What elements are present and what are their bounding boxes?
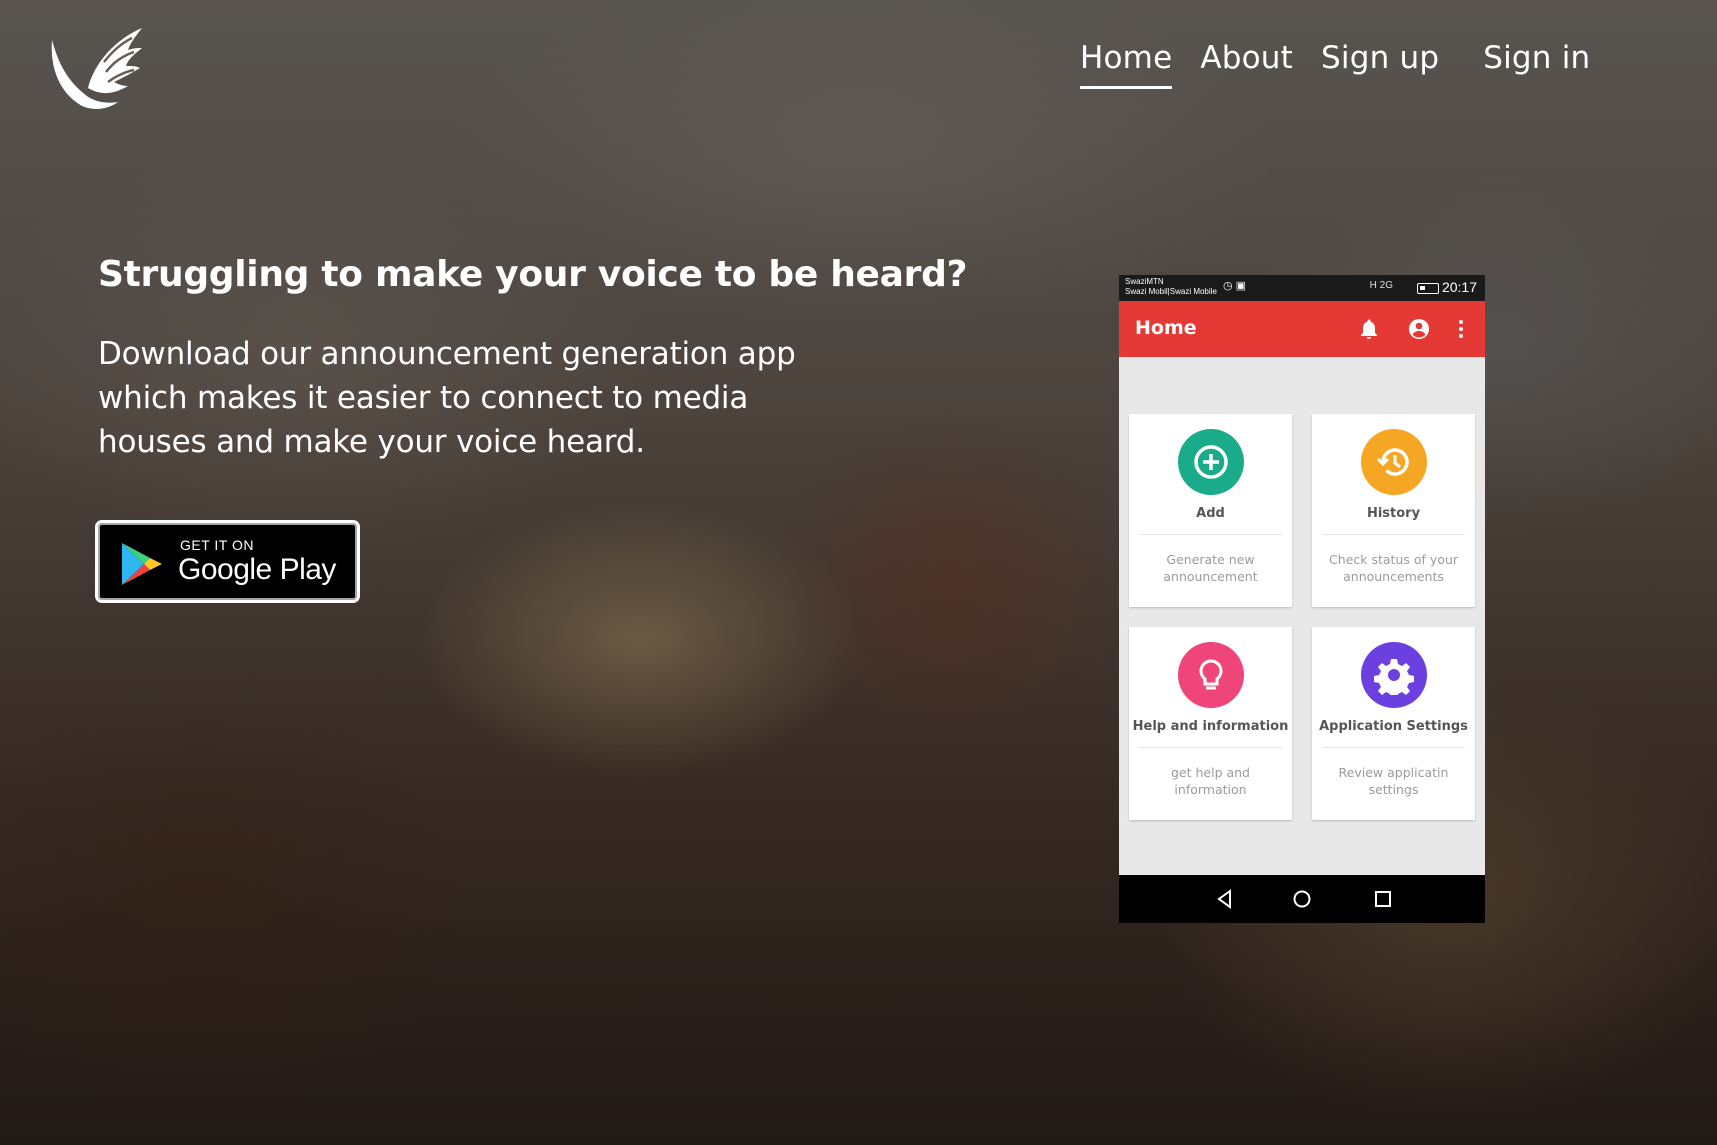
history-icon xyxy=(1360,429,1427,495)
account-icon[interactable] xyxy=(1407,317,1431,341)
app-toolbar: Home xyxy=(1119,301,1485,357)
hero-subtext: Download our announcement generation app… xyxy=(98,336,796,460)
card-divider xyxy=(1139,747,1282,748)
logo-icon[interactable] xyxy=(48,26,146,112)
card-add-desc: Generate new announcement xyxy=(1163,552,1258,584)
card-help-title: Help and information xyxy=(1132,719,1289,734)
card-divider xyxy=(1139,534,1282,535)
main-nav: Home About Sign up Sign in xyxy=(1080,40,1618,89)
card-settings[interactable]: Application Settings Review applicatin s… xyxy=(1312,627,1475,820)
bell-icon[interactable] xyxy=(1357,317,1381,341)
home-circle-icon[interactable] xyxy=(1290,887,1314,911)
google-play-badge[interactable]: GET IT ON Google Play xyxy=(95,520,360,603)
card-divider xyxy=(1322,534,1465,535)
back-icon[interactable] xyxy=(1213,887,1237,911)
card-divider xyxy=(1322,747,1465,748)
more-vert-icon[interactable] xyxy=(1449,317,1473,341)
card-history-title: History xyxy=(1366,506,1421,521)
android-nav-bar xyxy=(1119,875,1485,923)
card-help-desc: get help and information xyxy=(1170,765,1250,797)
app-title: Home xyxy=(1135,317,1197,339)
signal-text: H 2G xyxy=(1369,280,1393,291)
badge-store-name: Google Play xyxy=(178,553,336,586)
card-settings-title: Application Settings xyxy=(1319,719,1468,734)
card-history-desc: Check status of your announcements xyxy=(1329,552,1458,584)
card-help[interactable]: Help and information get help and inform… xyxy=(1129,627,1292,820)
lightbulb-icon xyxy=(1177,642,1244,708)
gear-icon xyxy=(1360,642,1427,708)
status-time: 20:17 xyxy=(1441,279,1477,295)
nav-signin-link[interactable]: Sign in xyxy=(1483,40,1590,89)
add-circle-icon xyxy=(1177,429,1244,495)
card-add[interactable]: Add Generate new announcement xyxy=(1129,414,1292,607)
nav-signup-link[interactable]: Sign up xyxy=(1321,40,1439,89)
phone-screenshot: SwaziMTN Swazi Mobil|Swazi Mobile ◷ ▣ H … xyxy=(1119,275,1485,923)
card-history[interactable]: History Check status of your announcemen… xyxy=(1312,414,1475,607)
battery-icon xyxy=(1417,283,1439,294)
hero-headline: Struggling to make your voice to be hear… xyxy=(98,254,968,295)
badge-top-text: GET IT ON xyxy=(180,537,254,553)
phone-status-bar: SwaziMTN Swazi Mobil|Swazi Mobile ◷ ▣ H … xyxy=(1119,275,1485,301)
card-add-title: Add xyxy=(1196,506,1225,521)
nav-about-link[interactable]: About xyxy=(1200,40,1293,89)
recents-icon[interactable] xyxy=(1371,887,1395,911)
carrier-text: SwaziMTN Swazi Mobil|Swazi Mobile xyxy=(1125,277,1217,296)
google-play-icon xyxy=(122,543,162,585)
notification-icons: ◷ ▣ xyxy=(1223,280,1247,292)
card-settings-desc: Review applicatin settings xyxy=(1338,765,1449,797)
nav-home-link[interactable]: Home xyxy=(1080,40,1173,89)
